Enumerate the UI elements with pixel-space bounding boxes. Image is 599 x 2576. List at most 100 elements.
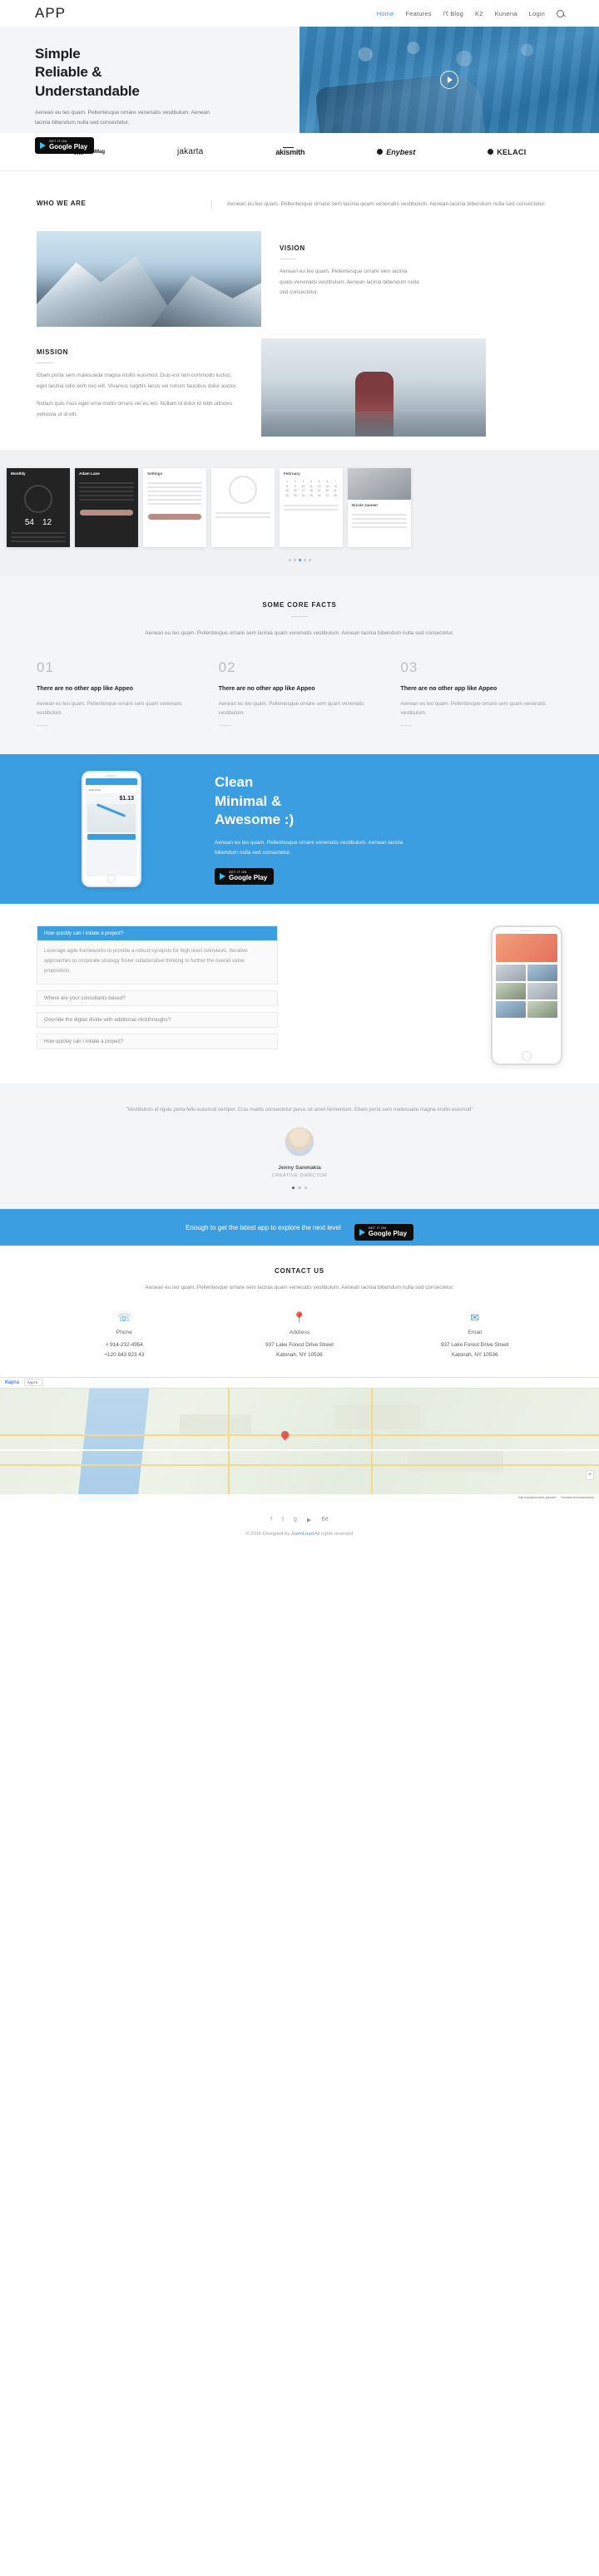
progress-ring xyxy=(24,485,52,514)
circle-icon xyxy=(377,149,384,155)
hero-video-image xyxy=(300,27,599,133)
testimonial-role: CREATIVE DIRECTOR xyxy=(271,1172,328,1178)
joomla-icon: ☈ xyxy=(443,11,449,17)
blue-title-line-1: Clean xyxy=(215,774,254,791)
carousel-dot[interactable] xyxy=(288,559,291,562)
testimonial-dots[interactable] xyxy=(42,1186,557,1190)
nav-item-home[interactable]: Home xyxy=(377,10,394,17)
map-section[interactable]: Карта Карта + Картографические данные Ус… xyxy=(0,1376,599,1502)
behance-icon[interactable]: Bē xyxy=(321,1517,329,1523)
mission-heading: MISSION xyxy=(37,348,68,357)
phone-price: $1.13 xyxy=(119,796,134,802)
facebook-icon[interactable]: f xyxy=(270,1517,272,1523)
faq-item-1[interactable]: How quickly can I intiate a project? Lev… xyxy=(37,925,278,985)
fact-number: 01 xyxy=(37,659,54,675)
action-pill[interactable] xyxy=(148,514,201,521)
faq-item-3[interactable]: Override the digital divide with additio… xyxy=(37,1012,278,1029)
phone-action-button[interactable] xyxy=(87,834,136,841)
brand-logo-kelaci: KELACI xyxy=(488,148,526,156)
carousel-dot-active[interactable] xyxy=(298,559,301,562)
envelope-icon: ✉ xyxy=(470,1310,480,1324)
site-logo[interactable]: APP xyxy=(35,5,66,22)
contact-column-address: 📍 Address 937 Lake Forest Drive Street K… xyxy=(212,1312,388,1360)
testimonial-quote: "Vestibulum id ligula porta felis euismo… xyxy=(126,1107,473,1113)
map-attribution: Картографические данные xyxy=(518,1496,557,1500)
hero-title-line-2: Reliable & xyxy=(35,64,102,81)
fact-title: There are no other app like Appeo xyxy=(218,683,315,692)
play-button[interactable] xyxy=(440,71,458,89)
circle-graphic xyxy=(229,476,257,505)
phone-image-grid xyxy=(496,965,557,1019)
faq-question[interactable]: Where are your consultants based? xyxy=(37,991,277,1005)
map-road-minor xyxy=(0,1448,599,1451)
map-terms[interactable]: Условия использования xyxy=(561,1496,594,1499)
who-we-are-section: WHO WE ARE Aenean eu leo quam. Pellentes… xyxy=(0,171,599,231)
vision-row: VISION Aenean eu leo quam. Pellentesque … xyxy=(37,231,562,328)
testimonial-dot[interactable] xyxy=(298,1186,301,1190)
fact-text: Aenean eu leo quam. Pellentesque ornare … xyxy=(37,700,182,717)
testimonial-dot[interactable] xyxy=(304,1186,308,1190)
carousel-dot[interactable] xyxy=(293,559,296,562)
nav-item-blog[interactable]: ☈ Blog xyxy=(443,10,463,17)
screen-title: Adam Lane xyxy=(79,471,100,476)
landing-page: APP Home Features ☈ Blog K2 Kunena Login … xyxy=(0,0,599,1550)
map-zoom-in-button[interactable]: + xyxy=(586,1469,594,1480)
google-play-badge-blue[interactable]: GET IT ON Google Play xyxy=(215,867,275,885)
screen-numbers: 54 12 xyxy=(7,518,70,527)
brand-name: Enybest xyxy=(386,147,416,156)
carousel-dots[interactable] xyxy=(0,559,599,562)
youtube-icon[interactable]: ▶ xyxy=(307,1517,311,1523)
faq-item-4[interactable]: How quickly can I intiate a project? xyxy=(37,1034,278,1050)
carousel-dot[interactable] xyxy=(308,559,311,562)
testimonial-dot-active[interactable] xyxy=(291,1186,295,1190)
screen-calendar[interactable]: February 1234567 8 9 10 11 12 13 14 15 16 17 18 19… xyxy=(280,468,343,548)
faq-question[interactable]: How quickly can I intiate a project? xyxy=(37,1034,277,1049)
screen-photo-list[interactable]: Nicole Jameer xyxy=(348,468,411,548)
nav-item-features[interactable]: Features xyxy=(406,10,432,17)
contact-value: 937 Lake Forest Drive Street Katonah, NY… xyxy=(387,1340,562,1360)
google-play-badge-cta[interactable]: GET IT ON Google Play xyxy=(354,1224,414,1241)
map-road xyxy=(0,1434,599,1437)
hero-title-line-3: Understandable xyxy=(35,82,140,99)
screen-title: February xyxy=(284,471,300,476)
search-icon[interactable] xyxy=(557,9,564,17)
copyright-link[interactable]: JoomLead xyxy=(291,1532,314,1537)
screen-circle[interactable] xyxy=(211,468,275,548)
nav-item-kunena[interactable]: Kunena xyxy=(495,10,517,17)
map-road xyxy=(0,1463,599,1466)
contact-columns: ☏ Phone + 914-232-4954 +120 843 923 43 📍… xyxy=(37,1312,562,1360)
blue-paragraph: Aenean eu leo quam. Pellentesque ornare … xyxy=(215,839,403,856)
map-type-selector[interactable]: Карта xyxy=(23,1379,44,1387)
play-triangle-icon xyxy=(448,76,453,83)
phone-screen: Uber Price $1.13 xyxy=(86,778,137,877)
action-pill[interactable] xyxy=(80,510,133,516)
nav-item-k2[interactable]: K2 xyxy=(475,10,483,17)
faq-question[interactable]: Override the digital divide with additio… xyxy=(37,1013,277,1027)
phone-mockup-right xyxy=(491,925,562,1066)
vision-paragraph: Aenean eu leo quam. Pellentesque ornare … xyxy=(280,269,419,296)
google-play-badge-hero[interactable]: GET IT ON Google Play xyxy=(35,137,95,155)
map-road xyxy=(371,1377,374,1502)
stat-2: 12 xyxy=(42,518,52,528)
copyright-post: All rights reserved xyxy=(313,1531,354,1537)
screen-monthly[interactable]: Monthly 54 12 xyxy=(7,468,70,548)
site-footer: f t g ▶ Bē © 2016 Designed by JoomLead A… xyxy=(0,1501,599,1550)
twitter-icon[interactable]: t xyxy=(282,1517,284,1523)
nav-item-login[interactable]: Login xyxy=(529,10,545,17)
screen-settings[interactable]: Settings xyxy=(143,468,206,548)
carousel-dot[interactable] xyxy=(303,559,306,562)
screen-profile[interactable]: Adam Lane xyxy=(75,468,138,548)
fact-title: There are no other app like Appeo xyxy=(37,683,133,692)
google-play-icon xyxy=(40,142,46,150)
map-marker-icon[interactable] xyxy=(280,1429,291,1440)
testimonial-name: Jenny Sanmakia xyxy=(278,1164,321,1171)
hero-title-line-1: Simple xyxy=(35,46,81,62)
google-plus-icon[interactable]: g xyxy=(294,1517,297,1523)
main-navigation: Home Features ☈ Blog K2 Kunena Login xyxy=(377,9,564,17)
faq-question[interactable]: How quickly can I intiate a project? xyxy=(37,926,277,941)
faq-item-2[interactable]: Where are your consultants based? xyxy=(37,990,278,1007)
phone-app-header xyxy=(86,778,137,786)
divider xyxy=(400,725,413,727)
cta-text: Enough to get the latest app to explore … xyxy=(185,1223,341,1231)
contact-lead: Aenean eu leo quam. Pellentesque ornare … xyxy=(145,1285,454,1291)
